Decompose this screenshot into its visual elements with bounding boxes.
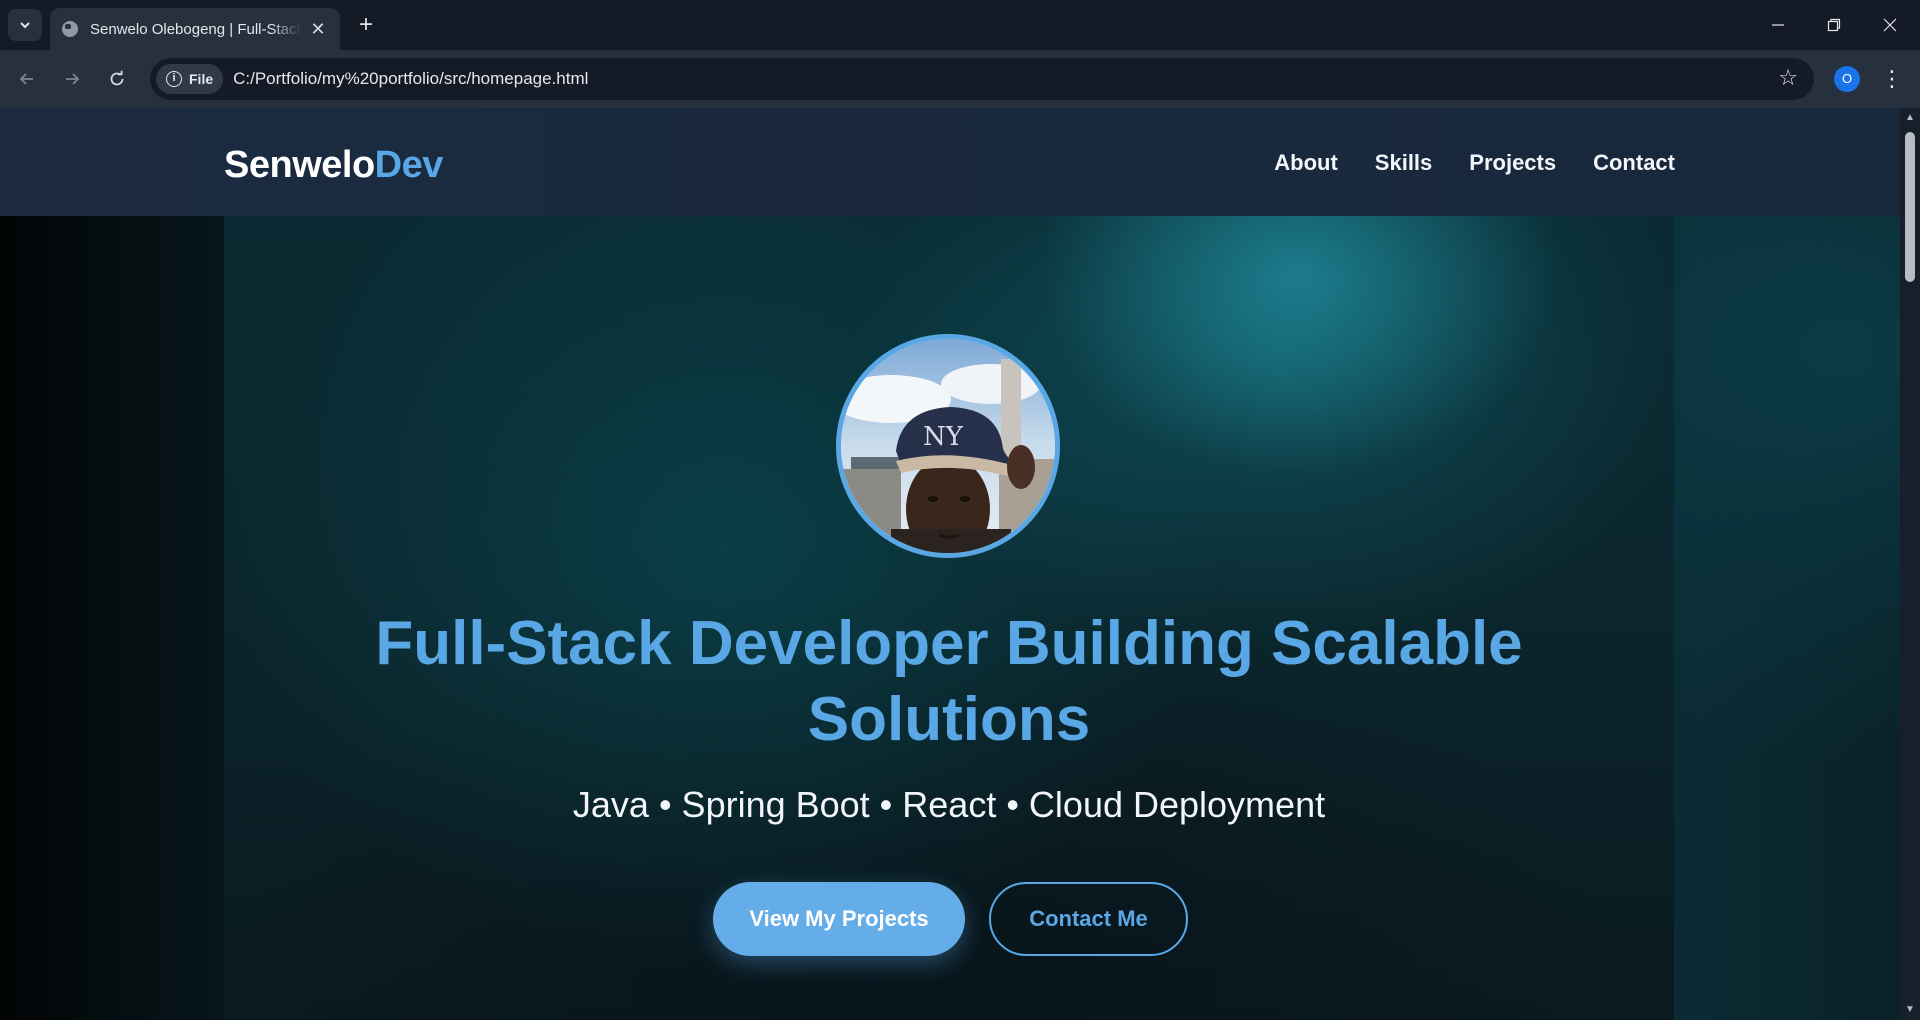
scroll-down-icon[interactable]: ▼ — [1904, 1004, 1916, 1015]
reload-button[interactable] — [100, 62, 134, 96]
active-tab[interactable]: Senwelo Olebogeng | Full-Stack Developer… — [50, 8, 340, 50]
svg-text:NY: NY — [923, 422, 964, 452]
restore-button[interactable] — [1806, 0, 1862, 50]
profile-photo: NY — [836, 334, 1060, 558]
back-button[interactable] — [10, 62, 44, 96]
minimize-button[interactable] — [1750, 0, 1806, 50]
tab-close-icon[interactable]: ✕ — [308, 19, 328, 40]
contact-me-button[interactable]: Contact Me — [989, 882, 1188, 956]
nav-projects[interactable]: Projects — [1469, 150, 1556, 176]
restore-icon — [1827, 18, 1841, 32]
forward-icon — [66, 73, 80, 85]
profile-avatar[interactable]: O — [1834, 66, 1860, 92]
nav-skills[interactable]: Skills — [1375, 150, 1432, 176]
logo-accent: Dev — [374, 144, 444, 186]
scroll-up-icon[interactable]: ▲ — [1904, 112, 1916, 123]
chevron-down-icon — [20, 22, 30, 29]
browser-toolbar: i File C:/Portfolio/my%20portfolio/src/h… — [0, 50, 1920, 108]
logo-main: Senwelo — [224, 144, 375, 186]
hero-tech-stack: Java • Spring Boot • React • Cloud Deplo… — [572, 784, 1326, 825]
main-nav: About Skills Projects Contact — [1274, 150, 1675, 176]
url-text[interactable]: C:/Portfolio/my%20portfolio/src/homepage… — [233, 69, 588, 89]
site-logo[interactable]: SenweloDev — [224, 144, 443, 187]
new-tab-button[interactable]: + — [352, 11, 380, 39]
kebab-menu-icon[interactable]: ⋮ — [1880, 64, 1904, 94]
back-icon — [19, 73, 33, 85]
tab-list-button[interactable] — [8, 9, 42, 41]
site-header: SenweloDev About Skills Projects Contact — [0, 108, 1900, 216]
site-info-chip[interactable]: i File — [156, 64, 224, 94]
forward-button[interactable] — [55, 62, 89, 96]
globe-icon — [62, 21, 78, 37]
nav-contact[interactable]: Contact — [1593, 150, 1675, 176]
hero-headline-line1: Full-Stack Developer Building Scalable — [375, 609, 1523, 678]
star-icon[interactable]: ☆ — [1778, 65, 1798, 91]
info-icon: i — [166, 71, 182, 87]
scrollbar-thumb[interactable] — [1905, 132, 1915, 282]
nav-about[interactable]: About — [1274, 150, 1338, 176]
page-viewport: SenweloDev About Skills Projects Contact — [0, 108, 1900, 1020]
reload-icon — [110, 70, 124, 86]
hero-headline: Full-Stack Developer Building Scalable S… — [224, 606, 1674, 758]
minimize-icon — [1772, 24, 1784, 26]
hero-section: NY Full-Stack Developer Building Scalabl… — [224, 216, 1674, 1020]
chip-label: File — [189, 71, 214, 87]
hero-headline-line2: Solutions — [807, 685, 1091, 754]
view-projects-button[interactable]: View My Projects — [713, 882, 965, 956]
address-bar[interactable]: i File C:/Portfolio/my%20portfolio/src/h… — [150, 58, 1814, 100]
page-scrollbar[interactable]: ▲ ▼ — [1900, 108, 1920, 1020]
tab-strip: Senwelo Olebogeng | Full-Stack Developer… — [0, 0, 1920, 50]
close-icon — [1883, 18, 1897, 32]
tab-title: Senwelo Olebogeng | Full-Stack Developer — [90, 20, 302, 38]
close-window-button[interactable] — [1862, 0, 1918, 50]
